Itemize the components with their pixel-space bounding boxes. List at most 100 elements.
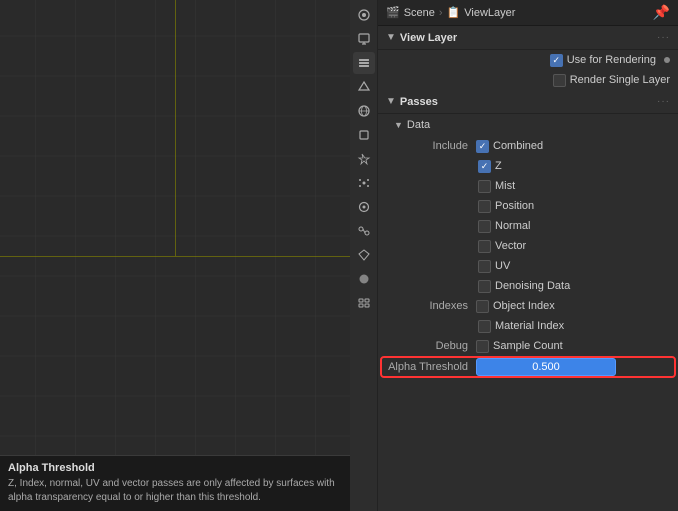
- object-icon[interactable]: [353, 124, 375, 146]
- render-icon[interactable]: [353, 4, 375, 26]
- sample-count-label: Sample Count: [493, 340, 563, 352]
- normal-checkbox[interactable]: [478, 220, 491, 233]
- tooltip-title: Alpha Threshold: [8, 462, 342, 474]
- object-index-row: Indexes Object Index: [378, 296, 678, 316]
- denoising-row: Denoising Data: [378, 276, 678, 296]
- position-row: Position: [378, 196, 678, 216]
- use-for-rendering-checkbox[interactable]: [550, 54, 563, 67]
- alpha-threshold-row[interactable]: Alpha Threshold 0.500: [378, 356, 678, 378]
- object-index-label: Object Index: [493, 300, 555, 312]
- material-index-checkbox-item[interactable]: Material Index: [478, 320, 564, 333]
- view-layer-icon[interactable]: [353, 52, 375, 74]
- vector-row: Vector: [378, 236, 678, 256]
- tooltip-text: Z, Index, normal, UV and vector passes a…: [8, 477, 342, 505]
- sample-count-value: Sample Count: [476, 340, 670, 353]
- denoising-value: Denoising Data: [478, 280, 670, 293]
- material-icon[interactable]: [353, 268, 375, 290]
- normal-checkbox-item[interactable]: Normal: [478, 220, 530, 233]
- denoising-checkbox-item[interactable]: Denoising Data: [478, 280, 570, 293]
- normal-value: Normal: [478, 220, 670, 233]
- combined-checkbox[interactable]: [476, 140, 489, 153]
- z-label: Z: [495, 160, 502, 172]
- z-value: Z: [478, 160, 670, 173]
- vector-value: Vector: [478, 240, 670, 253]
- combined-checkbox-item[interactable]: Combined: [476, 140, 543, 153]
- passes-triangle-icon: ▼: [386, 96, 396, 107]
- scene-icon-header: 🎬: [386, 6, 400, 19]
- viewlayer-icon-header: 📋: [447, 6, 461, 19]
- passes-section-menu-dots[interactable]: ···: [657, 96, 670, 107]
- sample-count-checkbox[interactable]: [476, 340, 489, 353]
- properties-icon-strip: [350, 0, 378, 511]
- breadcrumb: 🎬 Scene › 📋 ViewLayer: [386, 6, 515, 19]
- mist-checkbox-item[interactable]: Mist: [478, 180, 515, 193]
- alpha-threshold-value: 0.500: [532, 361, 560, 373]
- uv-label: UV: [495, 260, 510, 272]
- viewport-vertical-line: [175, 0, 176, 256]
- uv-value: UV: [478, 260, 670, 273]
- include-combined-row: Include Combined: [378, 136, 678, 156]
- render-single-layer-row: Render Single Layer: [378, 70, 678, 90]
- triangle-icon: ▼: [386, 32, 396, 43]
- use-for-rendering-label: Use for Rendering: [567, 54, 656, 66]
- vector-checkbox[interactable]: [478, 240, 491, 253]
- render-single-layer-checkbox[interactable]: [553, 74, 566, 87]
- use-for-rendering-row: Use for Rendering: [378, 50, 678, 70]
- data-icon[interactable]: [353, 244, 375, 266]
- view-layer-section-header[interactable]: ▼ View Layer ···: [378, 26, 678, 50]
- z-checkbox[interactable]: [478, 160, 491, 173]
- sample-count-checkbox-item[interactable]: Sample Count: [476, 340, 563, 353]
- denoising-label: Denoising Data: [495, 280, 570, 292]
- alpha-threshold-field-wrapper: 0.500: [476, 358, 670, 376]
- modifier-icon[interactable]: [353, 148, 375, 170]
- scene-label: Scene: [404, 7, 435, 19]
- include-label: Include: [386, 140, 476, 152]
- more-icon[interactable]: [353, 292, 375, 314]
- combined-label: Combined: [493, 140, 543, 152]
- use-for-rendering-checkbox-item[interactable]: Use for Rendering: [550, 54, 656, 67]
- view-layer-title: View Layer: [400, 32, 457, 44]
- include-combined-value: Combined: [476, 140, 670, 153]
- properties-panel: 🎬 Scene › 📋 ViewLayer 📌 ▼ View Layer ···…: [378, 0, 678, 511]
- vector-label: Vector: [495, 240, 526, 252]
- material-index-row: Material Index: [378, 316, 678, 336]
- data-triangle-icon: ▼: [394, 120, 403, 130]
- uv-checkbox[interactable]: [478, 260, 491, 273]
- alpha-threshold-input[interactable]: 0.500: [476, 358, 616, 376]
- position-checkbox-item[interactable]: Position: [478, 200, 534, 213]
- uv-checkbox-item[interactable]: UV: [478, 260, 510, 273]
- mist-row: Mist: [378, 176, 678, 196]
- constraints-icon[interactable]: [353, 220, 375, 242]
- object-index-value: Object Index: [476, 300, 670, 313]
- output-icon[interactable]: [353, 28, 375, 50]
- rendering-dot-indicator: [664, 57, 670, 63]
- passes-section-header[interactable]: ▼ Passes ···: [378, 90, 678, 114]
- uv-row: UV: [378, 256, 678, 276]
- viewlayer-label: ViewLayer: [464, 7, 515, 19]
- breadcrumb-separator: ›: [439, 7, 443, 19]
- debug-label: Debug: [386, 340, 476, 352]
- z-checkbox-item[interactable]: Z: [478, 160, 502, 173]
- mist-checkbox[interactable]: [478, 180, 491, 193]
- sample-count-row: Debug Sample Count: [378, 336, 678, 356]
- physics-icon[interactable]: [353, 196, 375, 218]
- pin-icon[interactable]: 📌: [653, 4, 670, 21]
- object-index-checkbox-item[interactable]: Object Index: [476, 300, 555, 313]
- material-index-checkbox[interactable]: [478, 320, 491, 333]
- tooltip-box: Alpha Threshold Z, Index, normal, UV and…: [0, 455, 350, 511]
- material-index-label: Material Index: [495, 320, 564, 332]
- section-menu-dots[interactable]: ···: [657, 32, 670, 43]
- world-icon[interactable]: [353, 100, 375, 122]
- particles-icon[interactable]: [353, 172, 375, 194]
- denoising-checkbox[interactable]: [478, 280, 491, 293]
- object-index-checkbox[interactable]: [476, 300, 489, 313]
- render-single-layer-checkbox-item[interactable]: Render Single Layer: [553, 74, 670, 87]
- viewport-horizontal-line: [0, 256, 350, 257]
- vector-checkbox-item[interactable]: Vector: [478, 240, 526, 253]
- data-subsection-header[interactable]: ▼ Data: [378, 114, 678, 136]
- passes-title: Passes: [400, 96, 438, 108]
- position-checkbox[interactable]: [478, 200, 491, 213]
- scene-icon[interactable]: [353, 76, 375, 98]
- position-value: Position: [478, 200, 670, 213]
- data-subsection-title: Data: [407, 119, 430, 131]
